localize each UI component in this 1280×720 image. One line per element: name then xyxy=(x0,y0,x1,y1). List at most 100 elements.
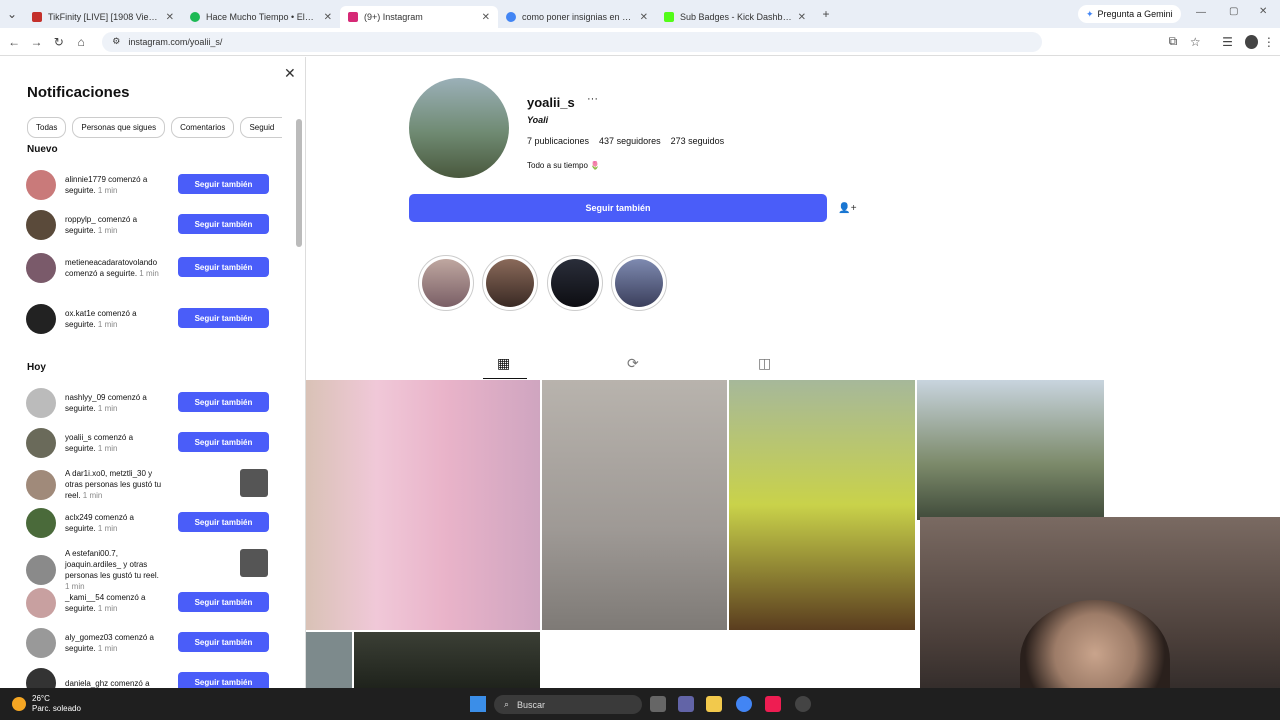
avatar[interactable] xyxy=(26,508,56,538)
forward-icon[interactable]: → xyxy=(25,35,47,49)
reel-thumbnail[interactable] xyxy=(240,549,268,577)
follow-back-button[interactable]: Seguir también xyxy=(178,174,269,194)
close-icon[interactable]: ✕ xyxy=(798,12,806,23)
profile-avatar[interactable] xyxy=(1244,34,1258,49)
notification-user[interactable]: alinnie1779 xyxy=(65,175,106,184)
notification-row[interactable]: _kami__54 comenzó a seguirte. 1 min Segui… xyxy=(26,588,276,618)
close-icon[interactable]: ✕ xyxy=(284,65,296,82)
notification-row[interactable]: aly_gomez03 comenzó a seguirte. 1 min Seg… xyxy=(26,628,276,658)
obs-icon[interactable] xyxy=(795,696,811,712)
follow-back-button[interactable]: Seguir también xyxy=(178,308,269,328)
follow-back-button[interactable]: Seguir también xyxy=(178,592,269,612)
notification-user[interactable]: A dar1i.xo0, metztli_30 xyxy=(65,469,146,478)
minimize-icon[interactable]: — xyxy=(1196,7,1206,18)
notification-row[interactable]: yoalii_s comenzó a seguirte. 1 min Seguir… xyxy=(26,428,276,458)
install-app-icon[interactable]: ⧉ xyxy=(1162,34,1184,49)
notification-row[interactable]: alinnie1779 comenzó a seguirte. 1 min Seg… xyxy=(26,170,276,200)
avatar[interactable] xyxy=(26,170,56,200)
notification-row[interactable]: nashlyy_09 comenzó a seguirte. 1 min Segu… xyxy=(26,388,276,418)
avatar[interactable] xyxy=(26,253,56,283)
notification-row[interactable]: aclx249 comenzó a seguirte. 1 min Seguir … xyxy=(26,508,276,538)
tab-list-chevron-icon[interactable]: ⌄ xyxy=(0,7,24,21)
post-thumbnail[interactable] xyxy=(729,380,915,630)
new-tab-icon[interactable]: + xyxy=(814,7,838,21)
close-icon[interactable]: ✕ xyxy=(482,12,490,23)
task-view-icon[interactable] xyxy=(650,696,666,712)
tagged-tab-icon[interactable]: ◫ xyxy=(758,355,771,372)
follow-back-button[interactable]: Seguir también xyxy=(178,512,269,532)
tab-google[interactable]: como poner insignias en kick - ✕ xyxy=(498,6,656,28)
avatar[interactable] xyxy=(26,469,56,500)
avatar[interactable] xyxy=(26,304,56,334)
teams-icon[interactable] xyxy=(678,696,694,712)
reel-thumbnail[interactable] xyxy=(240,469,268,497)
post-thumbnail[interactable] xyxy=(306,632,352,688)
follow-back-button[interactable]: Seguir también xyxy=(178,672,269,688)
tiktok-icon[interactable] xyxy=(765,696,781,712)
filter-people-you-follow[interactable]: Personas que sigues xyxy=(72,117,166,138)
story-highlight[interactable] xyxy=(482,255,538,311)
filter-all[interactable]: Todas xyxy=(27,117,67,138)
gemini-button[interactable]: ✦ Pregunta a Gemini xyxy=(1078,5,1181,23)
notification-user[interactable]: metieneacadaratovolando xyxy=(65,258,157,267)
post-thumbnail[interactable] xyxy=(917,380,1104,520)
filter-follows[interactable]: Seguid xyxy=(240,117,283,138)
site-info-icon[interactable]: ⚙ xyxy=(112,36,120,47)
home-icon[interactable]: ⌂ xyxy=(70,35,92,49)
avatar[interactable] xyxy=(26,668,56,688)
weather-widget[interactable]: 26°C Parc. soleado xyxy=(12,694,81,714)
follow-back-button[interactable]: Seguir también xyxy=(178,432,269,452)
scrollbar[interactable] xyxy=(296,119,302,247)
bookmark-star-icon[interactable]: ☆ xyxy=(1184,35,1206,49)
tab-instagram[interactable]: (9+) Instagram ✕ xyxy=(340,6,498,28)
close-icon[interactable]: ✕ xyxy=(324,12,332,23)
back-icon[interactable]: ← xyxy=(3,35,25,49)
avatar[interactable] xyxy=(26,628,56,658)
close-icon[interactable]: ✕ xyxy=(166,12,174,23)
notification-user[interactable]: aclx249 xyxy=(65,513,93,522)
story-highlight[interactable] xyxy=(611,255,667,311)
story-highlight[interactable] xyxy=(418,255,474,311)
notification-row[interactable]: ox.kat1e comenzó a seguirte. 1 min Seguir… xyxy=(26,304,276,334)
suggest-user-icon[interactable]: 👤+ xyxy=(836,196,859,220)
reload-icon[interactable]: ↻ xyxy=(48,35,70,49)
follow-back-button[interactable]: Seguir también xyxy=(178,392,269,412)
followers-count[interactable]: 437 seguidores xyxy=(599,136,661,146)
reading-list-icon[interactable]: ☰ xyxy=(1216,35,1238,49)
avatar[interactable] xyxy=(26,210,56,240)
avatar[interactable] xyxy=(26,428,56,458)
chrome-icon[interactable] xyxy=(736,696,752,712)
avatar[interactable] xyxy=(26,588,56,618)
notification-row[interactable]: daniela_ghz comenzó a Seguir también xyxy=(26,668,276,688)
post-thumbnail[interactable] xyxy=(542,380,727,630)
follow-back-button[interactable]: Seguir también xyxy=(178,214,269,234)
menu-dots-icon[interactable]: ⋮ xyxy=(1258,35,1280,49)
filter-comments[interactable]: Comentarios xyxy=(171,117,235,138)
follow-back-button[interactable]: Seguir también xyxy=(409,194,827,222)
notification-row[interactable]: A dar1i.xo0, metztli_30 y otras personas… xyxy=(26,468,276,501)
start-icon[interactable] xyxy=(470,696,486,712)
posts-grid-tab-icon[interactable]: ▦ xyxy=(497,355,510,372)
reels-tab-icon[interactable]: ⟳ xyxy=(627,355,639,372)
profile-picture[interactable] xyxy=(409,78,509,178)
file-explorer-icon[interactable] xyxy=(706,696,722,712)
more-options-icon[interactable]: ··· xyxy=(587,93,598,105)
notification-row[interactable]: roppylp_ comenzó a seguirte. 1 min Seguir… xyxy=(26,210,276,240)
maximize-icon[interactable]: ▢ xyxy=(1229,6,1238,17)
taskbar-search[interactable]: ⌕ Buscar xyxy=(494,695,642,714)
tab-tikfinity[interactable]: TikFinity [LIVE] [1908 Viewers] ✕ xyxy=(24,6,182,28)
tab-spotify[interactable]: Hace Mucho Tiempo • Ele A ✕ xyxy=(182,6,340,28)
notification-user[interactable]: _kami__54 xyxy=(65,593,104,602)
notification-row[interactable]: A estefani00.7, joaquin.ardiles_ y otras… xyxy=(26,548,276,592)
notification-user[interactable]: ox.kat1e xyxy=(65,309,95,318)
notification-user[interactable]: aly_gomez03 xyxy=(65,633,113,642)
follow-back-button[interactable]: Seguir también xyxy=(178,632,269,652)
notification-row[interactable]: metieneacadaratovolando comenzó a seguir… xyxy=(26,253,276,283)
post-thumbnail[interactable] xyxy=(306,380,540,630)
notification-user[interactable]: roppylp_ xyxy=(65,215,96,224)
follow-back-button[interactable]: Seguir también xyxy=(178,257,269,277)
avatar[interactable] xyxy=(26,388,56,418)
url-field[interactable]: ⚙ instagram.com/yoalii_s/ xyxy=(102,31,1042,52)
notification-user[interactable]: yoalii_s xyxy=(65,433,92,442)
notification-user[interactable]: A estefani00.7, joaquin.ardiles_ xyxy=(65,549,121,569)
